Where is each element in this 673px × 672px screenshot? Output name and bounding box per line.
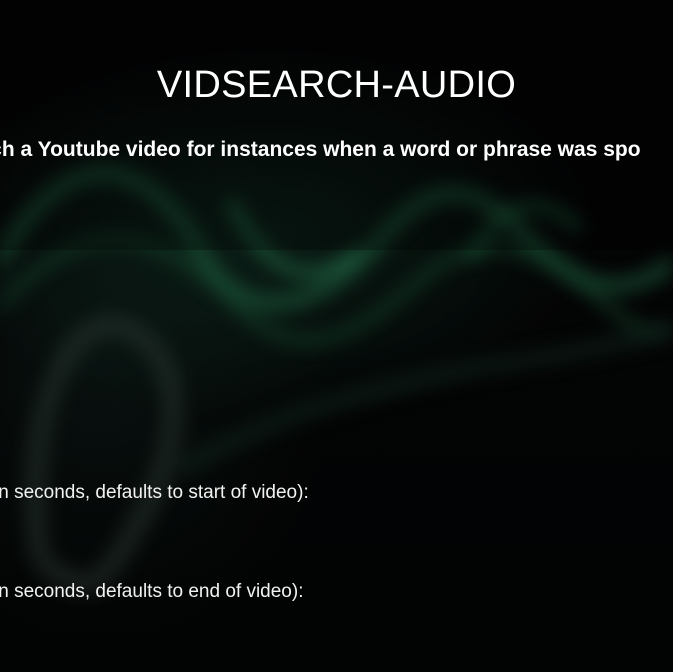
page-subtitle: rch a Youtube video for instances when a… xyxy=(0,138,641,161)
content-area xyxy=(0,250,673,672)
page: VIDSEARCH-AUDIO rch a Youtube video for … xyxy=(0,0,673,672)
start-time-label: in seconds, defaults to start of video): xyxy=(0,482,309,503)
hero-band xyxy=(0,0,673,250)
page-title: VIDSEARCH-AUDIO xyxy=(156,64,517,106)
end-time-label: in seconds, defaults to end of video): xyxy=(0,581,304,602)
